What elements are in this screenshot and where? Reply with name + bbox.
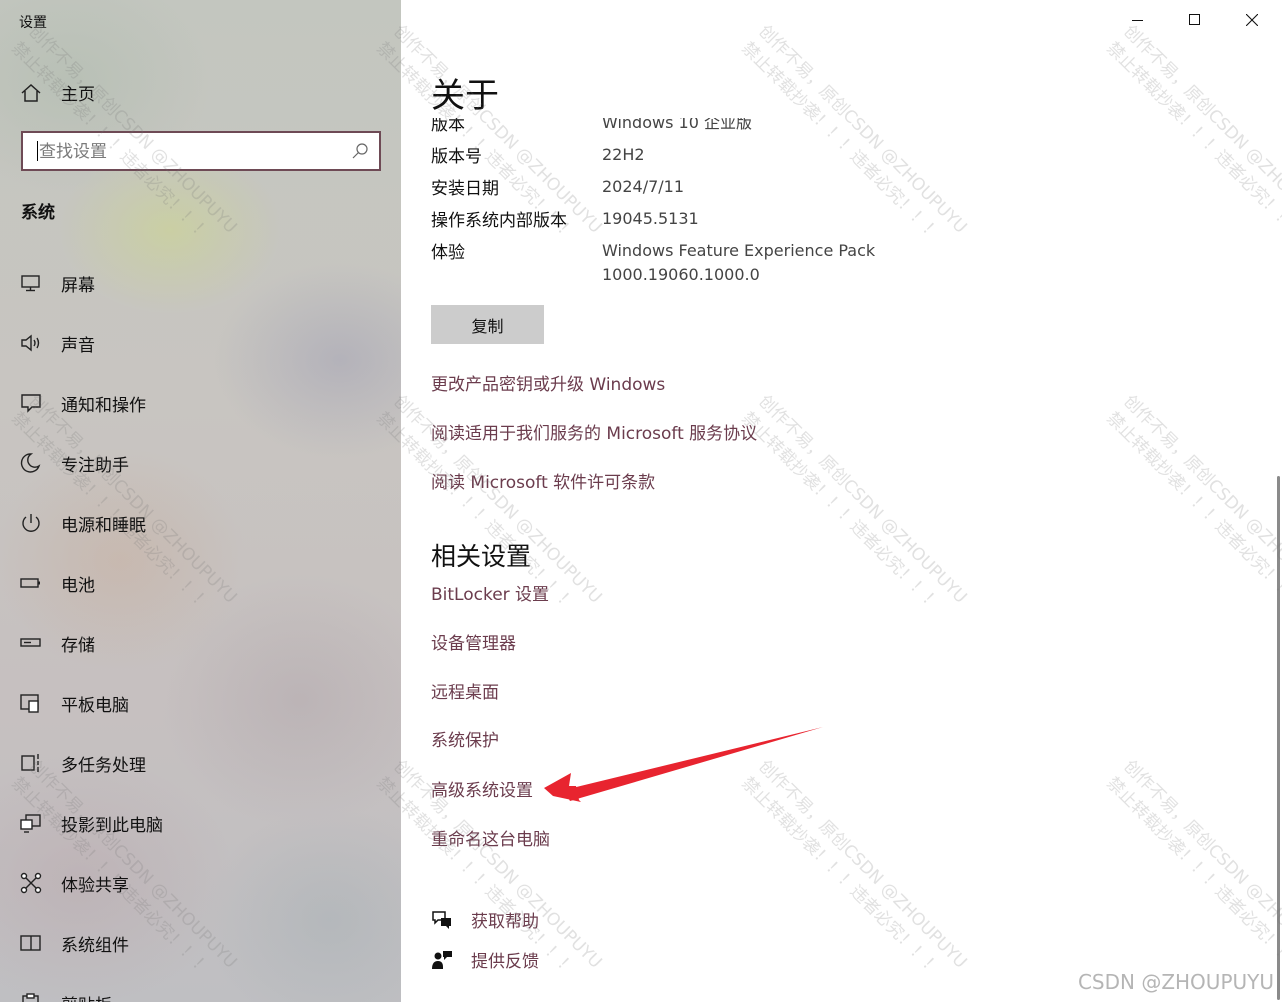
spec-value: Windows 10 企业版 (602, 118, 752, 132)
device-manager-link[interactable]: 设备管理器 (431, 629, 516, 654)
feedback-icon (432, 951, 452, 969)
sidebar-nav: 屏幕 声音 通知和操作 专注助手 电源和睡眠 电池 存储 平板电脑 多任务处理 … (0, 262, 401, 1002)
search-icon[interactable] (351, 142, 369, 160)
multitasking-icon (21, 754, 39, 772)
sidebar-item-label: 剪贴板 (61, 991, 112, 1002)
sidebar-item-label: 投影到此电脑 (61, 816, 163, 836)
give-feedback-label: 提供反馈 (471, 952, 539, 972)
sidebar-item-label: 电源和睡眠 (61, 516, 146, 536)
help-chat-icon (432, 911, 451, 929)
sidebar-item-home[interactable]: 主页 (0, 72, 401, 112)
spec-value: 19045.5131 (602, 209, 699, 228)
sidebar-item-storage[interactable]: 存储 (0, 622, 401, 682)
share-icon (20, 872, 42, 894)
spec-key: 版本 (431, 118, 465, 135)
sidebar-item-battery[interactable]: 电池 (0, 562, 401, 622)
spec-key: 操作系统内部版本 (431, 211, 567, 231)
spec-value: 22H2 (602, 145, 645, 164)
sidebar-item-label: 系统组件 (61, 936, 129, 956)
monitor-icon (21, 275, 40, 292)
spec-row: 体验 Windows Feature Experience Pack 1000.… (401, 234, 1282, 290)
sidebar-item-focus-assist[interactable]: 专注助手 (0, 442, 401, 502)
copy-button[interactable]: 复制 (431, 305, 544, 344)
sidebar-item-label: 主页 (61, 85, 95, 105)
sidebar-item-tablet[interactable]: 平板电脑 (0, 682, 401, 742)
project-icon (20, 814, 41, 833)
spec-key: 安装日期 (431, 179, 499, 199)
spec-row: 操作系统内部版本 19045.5131 (401, 202, 1282, 234)
app-title: 设置 (19, 15, 47, 31)
sidebar-item-label: 平板电脑 (61, 696, 129, 716)
sidebar-item-label: 体验共享 (61, 876, 129, 896)
sidebar-item-project[interactable]: 投影到此电脑 (0, 802, 401, 862)
spec-value: 2024/7/11 (602, 177, 685, 196)
spec-row: 版本 Windows 10 企业版 (401, 118, 1282, 138)
search-box[interactable] (21, 131, 381, 171)
spec-key: 体验 (431, 243, 465, 263)
home-icon (21, 83, 41, 102)
tablet-icon (20, 694, 39, 713)
main-content: 版本 Windows 10 企业版 版本号 22H2 安装日期 2024/7/1… (401, 0, 1282, 1002)
sidebar-item-system-components[interactable]: 系统组件 (0, 922, 401, 982)
sidebar-item-label: 通知和操作 (61, 396, 146, 416)
search-input[interactable] (37, 135, 341, 169)
sidebar-item-label: 声音 (61, 336, 95, 356)
sidebar-item-label: 多任务处理 (61, 756, 146, 776)
sidebar-item-label: 电池 (61, 576, 95, 596)
scrollbar[interactable] (1277, 476, 1280, 1000)
sidebar-item-shared-experiences[interactable]: 体验共享 (0, 862, 401, 922)
power-icon (22, 514, 40, 532)
speaker-icon (21, 334, 40, 352)
content-scroll-area[interactable]: 版本 Windows 10 企业版 版本号 22H2 安装日期 2024/7/1… (401, 0, 1282, 1002)
spec-row: 安装日期 2024/7/11 (401, 170, 1282, 202)
components-icon (20, 935, 41, 951)
page-header: 关于 (401, 56, 1001, 118)
spec-row: 版本号 22H2 (401, 138, 1282, 170)
advanced-system-settings-link[interactable]: 高级系统设置 (431, 776, 533, 801)
device-specs-table: 版本 Windows 10 企业版 版本号 22H2 安装日期 2024/7/1… (401, 118, 1282, 290)
get-help-label: 获取帮助 (471, 912, 539, 932)
remote-desktop-link[interactable]: 远程桌面 (431, 678, 499, 703)
sidebar-item-clipboard[interactable]: 剪贴板 (0, 982, 401, 1002)
sidebar-item-label: 屏幕 (61, 276, 95, 296)
sidebar-item-sound[interactable]: 声音 (0, 322, 401, 382)
change-product-key-link[interactable]: 更改产品密钥或升级 Windows (431, 370, 665, 395)
sidebar-item-label: 存储 (61, 636, 95, 656)
spec-value: Windows Feature Experience Pack 1000.190… (602, 241, 876, 284)
system-protection-link[interactable]: 系统保护 (431, 726, 499, 751)
related-settings-heading: 相关设置 (431, 542, 532, 571)
sidebar-item-label: 专注助手 (61, 456, 129, 476)
battery-icon (20, 578, 40, 588)
sidebar-item-multitasking[interactable]: 多任务处理 (0, 742, 401, 802)
storage-icon (20, 638, 41, 647)
moon-icon (20, 453, 41, 473)
page-title: 关于 (431, 76, 499, 116)
license-terms-link[interactable]: 阅读 Microsoft 软件许可条款 (431, 468, 655, 493)
spec-key: 版本号 (431, 147, 482, 167)
bitlocker-settings-link[interactable]: BitLocker 设置 (431, 580, 549, 605)
sidebar: 设置 主页 系统 屏幕 声音 (0, 0, 401, 1002)
sidebar-item-display[interactable]: 屏幕 (0, 262, 401, 322)
section-label: 系统 (21, 203, 55, 223)
specs-viewport: 版本 Windows 10 企业版 版本号 22H2 安装日期 2024/7/1… (401, 118, 1282, 298)
sidebar-item-power-sleep[interactable]: 电源和睡眠 (0, 502, 401, 562)
clipboard-icon (22, 993, 39, 1002)
sidebar-item-notifications[interactable]: 通知和操作 (0, 382, 401, 442)
notification-icon (21, 394, 41, 413)
services-agreement-link[interactable]: 阅读适用于我们服务的 Microsoft 服务协议 (431, 419, 757, 444)
rename-pc-link[interactable]: 重命名这台电脑 (431, 825, 550, 850)
